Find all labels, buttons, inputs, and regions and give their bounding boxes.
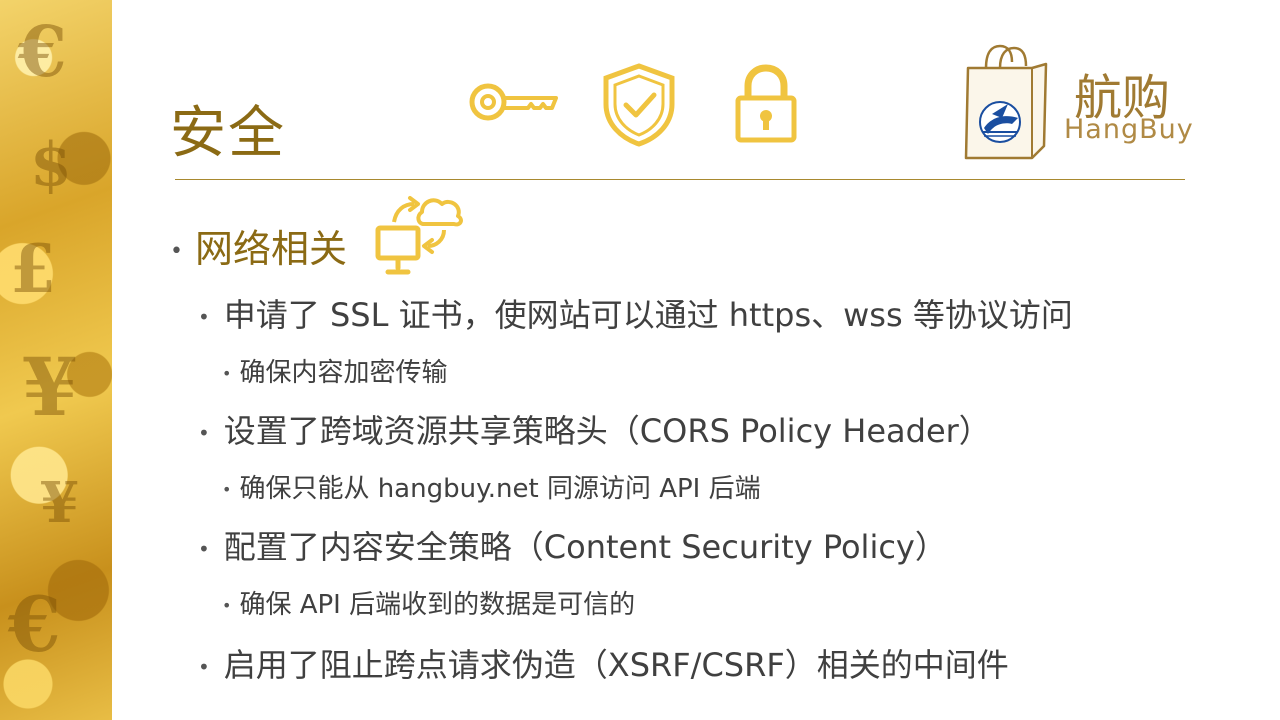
list-item-text: 申请了 SSL 证书，使网站可以通过 https、wss 等协议访问 xyxy=(223,296,1073,334)
yen-glyph-2: ¥ xyxy=(40,470,79,536)
list-item-text: 设置了跨域资源共享策略头（CORS Policy Header） xyxy=(223,412,991,450)
bullet: • xyxy=(198,655,210,679)
shield-check-icon xyxy=(603,63,675,147)
bullet: • xyxy=(198,421,210,445)
list-item: • 配置了内容安全策略（Content Security Policy） xyxy=(198,522,947,568)
section-heading: • 网络相关 xyxy=(170,218,347,273)
sub-list-item-text: 确保内容加密传输 xyxy=(239,358,448,388)
pound-glyph: £ xyxy=(10,230,56,308)
bullet: • xyxy=(222,364,232,383)
yen-glyph: ¥ xyxy=(22,340,78,434)
euro-glyph: € xyxy=(18,10,67,93)
sub-list-item: • 确保只能从 hangbuy.net 同源访问 API 后端 xyxy=(222,468,761,505)
decorative-currency-strip: € $ £ ¥ ¥ € xyxy=(0,0,112,720)
list-item: • 启用了阻止跨点请求伪造（XSRF/CSRF）相关的中间件 xyxy=(198,640,1009,686)
bullet: • xyxy=(222,596,232,615)
sub-list-item: • 确保 API 后端收到的数据是可信的 xyxy=(222,584,635,621)
shopping-bag-logo-icon xyxy=(964,44,1048,160)
padlock-icon xyxy=(735,64,797,143)
dollar-glyph: $ xyxy=(30,130,72,200)
key-icon xyxy=(469,83,558,121)
sub-list-item: • 确保内容加密传输 xyxy=(222,352,447,389)
title-divider xyxy=(175,179,1185,180)
list-item: • 设置了跨域资源共享策略头（CORS Policy Header） xyxy=(198,406,991,452)
euro-glyph-2: € xyxy=(8,580,61,669)
list-item-text: 启用了阻止跨点请求伪造（XSRF/CSRF）相关的中间件 xyxy=(223,646,1009,684)
list-item: • 申请了 SSL 证书，使网站可以通过 https、wss 等协议访问 xyxy=(198,290,1073,336)
brand-english-name: HangBuy xyxy=(1064,114,1194,145)
bullet: • xyxy=(222,480,232,499)
bullet: • xyxy=(198,305,210,329)
list-item-text: 配置了内容安全策略（Content Security Policy） xyxy=(223,528,947,566)
sub-list-item-text: 确保 API 后端收到的数据是可信的 xyxy=(239,590,636,620)
bullet: • xyxy=(198,537,210,561)
bullet: • xyxy=(170,239,183,264)
section-heading-text: 网络相关 xyxy=(194,227,347,271)
network-sync-icon xyxy=(375,196,463,275)
sub-list-item-text: 确保只能从 hangbuy.net 同源访问 API 后端 xyxy=(239,474,761,504)
slide-title: 安全 xyxy=(170,101,286,166)
